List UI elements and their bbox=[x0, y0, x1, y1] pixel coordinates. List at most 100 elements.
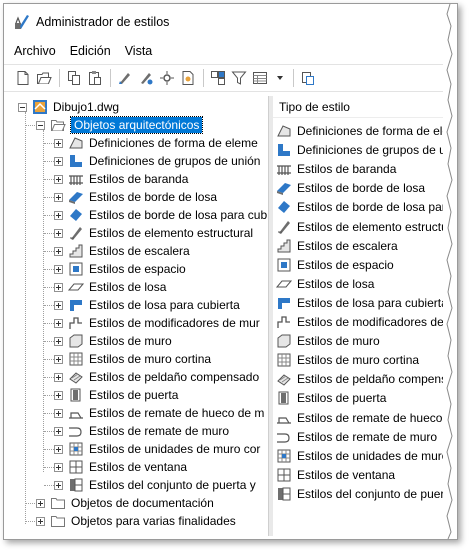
wall-endcap-icon bbox=[68, 423, 84, 439]
tree-item[interactable]: Estilos de ventana bbox=[54, 458, 187, 476]
tree-item[interactable]: Estilos de espacio bbox=[54, 260, 186, 278]
style-type-list-item[interactable]: Estilos de remate de muro bbox=[276, 428, 437, 446]
collapse-icon[interactable] bbox=[18, 102, 27, 112]
style-tree-pane[interactable]: Dibujo1.dwg Objetos arquitectónicos Defi… bbox=[13, 96, 268, 536]
style-type-list-item[interactable]: Estilos de modificadores de ... bbox=[276, 313, 457, 331]
copy-icon[interactable] bbox=[65, 69, 83, 87]
structural-member-icon bbox=[276, 219, 292, 235]
view-mode-icon[interactable] bbox=[251, 69, 273, 87]
expand-icon[interactable] bbox=[54, 264, 63, 274]
style-type-list-item[interactable]: Estilos de losa bbox=[276, 275, 374, 293]
tree-item[interactable]: Definiciones de forma de eleme bbox=[54, 134, 258, 152]
tree-item[interactable]: Estilos de muro cortina bbox=[54, 350, 211, 368]
style-type-list-item[interactable]: Estilos de unidades de muro c... bbox=[276, 447, 457, 465]
expand-icon[interactable] bbox=[54, 210, 63, 220]
tree-root[interactable]: Dibujo1.dwg bbox=[18, 98, 119, 116]
tree-item-label: Definiciones de grupos de unión bbox=[89, 154, 261, 168]
style-type-list-item[interactable]: Estilos de losa para cubierta bbox=[276, 294, 448, 312]
expand-icon[interactable] bbox=[54, 318, 63, 328]
sort-icon[interactable] bbox=[299, 69, 317, 87]
menu-archivo[interactable]: Archivo bbox=[4, 44, 63, 58]
style-type-list-item[interactable]: Estilos de escalera bbox=[276, 237, 398, 255]
expand-icon[interactable] bbox=[54, 192, 63, 202]
roof-slab-edge-icon bbox=[68, 207, 84, 223]
tree-item[interactable]: Estilos de remate de hueco de m bbox=[54, 404, 264, 422]
paste-icon[interactable] bbox=[86, 69, 104, 87]
tree-item[interactable]: Estilos de puerta bbox=[54, 386, 178, 404]
style-type-label: Estilos de puerta bbox=[297, 391, 387, 406]
style-type-list-pane[interactable]: Tipo de estilo Definiciones de forma de … bbox=[273, 96, 457, 536]
tree-category-architectural[interactable]: Objetos arquitectónicos bbox=[36, 116, 204, 134]
tree-item-label: Estilos de remate de muro bbox=[89, 424, 230, 438]
expand-icon[interactable] bbox=[54, 282, 63, 292]
style-type-list-item[interactable]: Definiciones de grupos de unió bbox=[276, 141, 457, 159]
expand-icon[interactable] bbox=[36, 516, 45, 526]
style-type-list-item[interactable]: Estilos de borde de losa bbox=[276, 179, 425, 197]
expand-icon[interactable] bbox=[54, 480, 63, 490]
tree-item[interactable]: Estilos de elemento estructural bbox=[54, 224, 253, 242]
style-type-list-item[interactable]: Estilos de ventana bbox=[276, 466, 395, 484]
filter-icon[interactable] bbox=[230, 69, 248, 87]
tree-item[interactable]: Estilos de modificadores de mur bbox=[54, 314, 260, 332]
tree-item[interactable]: Definiciones de grupos de unión bbox=[54, 152, 260, 170]
tree-item[interactable]: Estilos de unidades de muro cor bbox=[54, 440, 260, 458]
open-icon[interactable] bbox=[35, 69, 53, 87]
tree-item[interactable]: Estilos de baranda bbox=[54, 170, 188, 188]
expand-icon[interactable] bbox=[54, 408, 63, 418]
style-type-list-item[interactable]: Estilos de elemento estructura bbox=[276, 218, 457, 236]
style-type-list-item[interactable]: Definiciones de forma de ele... bbox=[276, 122, 457, 140]
tree-item[interactable]: Estilos de borde de losa bbox=[54, 188, 217, 206]
expand-icon[interactable] bbox=[54, 354, 63, 364]
expand-icon[interactable] bbox=[54, 138, 63, 148]
select-icon[interactable] bbox=[179, 69, 197, 87]
menu-edicion[interactable]: Edición bbox=[63, 44, 118, 58]
expand-icon[interactable] bbox=[54, 246, 63, 256]
purge-icon[interactable] bbox=[116, 69, 134, 87]
tree-category-multipurpose[interactable]: Objetos para varias finalidades bbox=[36, 512, 236, 530]
railing-icon bbox=[276, 161, 292, 177]
expand-icon[interactable] bbox=[54, 444, 63, 454]
style-type-list-item[interactable]: Estilos de peldaño compensa... bbox=[276, 370, 457, 388]
toggle-view-icon[interactable] bbox=[209, 69, 227, 87]
tree-item[interactable]: Estilos de losa para cubierta bbox=[54, 296, 240, 314]
style-type-label: Estilos de remate de muro bbox=[297, 429, 438, 444]
railing-icon bbox=[68, 171, 84, 187]
style-type-list-item[interactable]: Estilos de baranda bbox=[276, 160, 396, 178]
expand-icon[interactable] bbox=[54, 156, 63, 166]
style-type-list-item[interactable]: Estilos de espacio bbox=[276, 256, 394, 274]
find-icon[interactable] bbox=[158, 69, 176, 87]
stair-icon bbox=[68, 243, 84, 259]
folder-icon bbox=[50, 513, 66, 529]
menu-vista[interactable]: Vista bbox=[118, 44, 160, 58]
style-type-list-item[interactable]: Estilos de muro bbox=[276, 332, 380, 350]
style-type-list-item[interactable]: Estilos de remate de hueco de... bbox=[276, 409, 457, 427]
style-type-list-item[interactable]: Estilos de borde de losa para ... bbox=[276, 198, 457, 216]
expand-icon[interactable] bbox=[54, 228, 63, 238]
expand-icon[interactable] bbox=[54, 390, 63, 400]
tree-category-documentation[interactable]: Objetos de documentación bbox=[36, 494, 214, 512]
collapse-icon[interactable] bbox=[36, 120, 45, 130]
tree-item[interactable]: Estilos del conjunto de puerta y bbox=[54, 476, 256, 494]
new-icon[interactable] bbox=[14, 69, 32, 87]
expand-icon[interactable] bbox=[54, 426, 63, 436]
expand-icon[interactable] bbox=[54, 300, 63, 310]
space-icon bbox=[276, 257, 292, 273]
dropdown-arrow-icon[interactable] bbox=[276, 69, 284, 87]
expand-icon[interactable] bbox=[54, 462, 63, 472]
style-type-list-item[interactable]: Estilos de puerta bbox=[276, 389, 386, 407]
style-type-list-item[interactable]: Estilos del conjunto de puerta... bbox=[276, 485, 457, 503]
tree-item[interactable]: Estilos de peldaño compensado bbox=[54, 368, 259, 386]
tree-item[interactable]: Estilos de escalera bbox=[54, 242, 190, 260]
expand-icon[interactable] bbox=[54, 174, 63, 184]
tree-item[interactable]: Estilos de borde de losa para cub bbox=[54, 206, 267, 224]
tree-item[interactable]: Estilos de losa bbox=[54, 278, 166, 296]
expand-icon[interactable] bbox=[36, 498, 45, 508]
column-header-style-type[interactable]: Tipo de estilo bbox=[273, 96, 457, 118]
style-type-list-item[interactable]: Estilos de muro cortina bbox=[276, 351, 419, 369]
edit-style-icon[interactable] bbox=[137, 69, 155, 87]
wall-modifier-icon bbox=[276, 314, 292, 330]
tree-item[interactable]: Estilos de remate de muro bbox=[54, 422, 229, 440]
expand-icon[interactable] bbox=[54, 336, 63, 346]
tree-item[interactable]: Estilos de muro bbox=[54, 332, 172, 350]
expand-icon[interactable] bbox=[54, 372, 63, 382]
